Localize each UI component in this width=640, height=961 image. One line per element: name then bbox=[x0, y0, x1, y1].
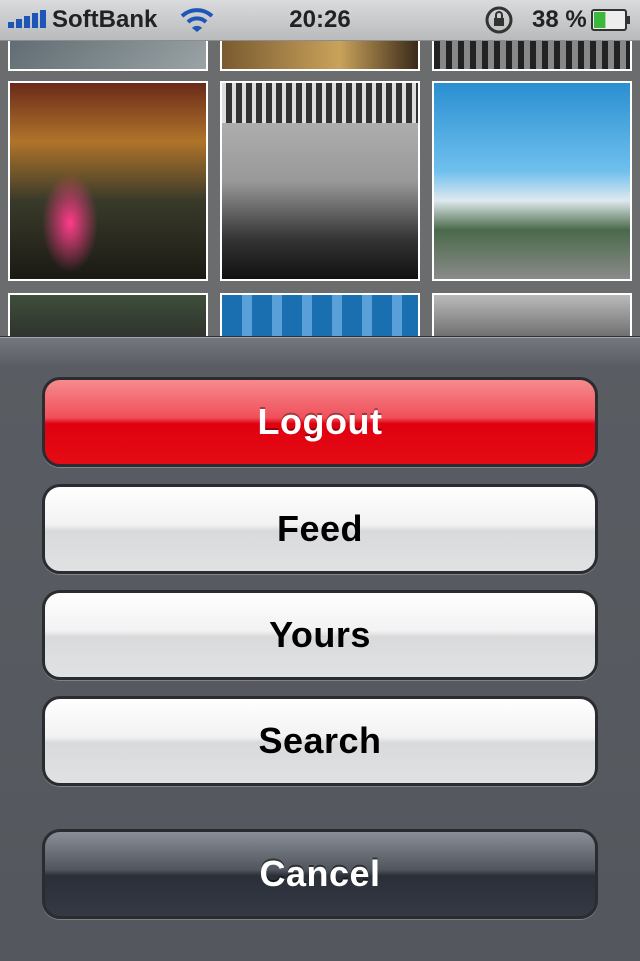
photo-thumbnail[interactable] bbox=[8, 41, 208, 71]
photo-thumbnail[interactable] bbox=[8, 81, 208, 281]
action-sheet: Logout Feed Yours Search Cancel bbox=[0, 336, 640, 961]
status-bar: SoftBank 20:26 38 % bbox=[0, 0, 640, 41]
battery-percent: 38 % bbox=[532, 6, 587, 33]
yours-button[interactable]: Yours bbox=[42, 590, 598, 680]
battery-icon bbox=[591, 9, 630, 31]
photo-thumbnail[interactable] bbox=[220, 81, 420, 281]
feed-button[interactable]: Feed bbox=[42, 484, 598, 574]
photo-thumbnail[interactable] bbox=[8, 293, 208, 336]
search-button[interactable]: Search bbox=[42, 696, 598, 786]
rotation-lock-icon bbox=[485, 6, 513, 34]
photo-thumbnail[interactable] bbox=[432, 293, 632, 336]
photo-grid bbox=[0, 41, 640, 336]
photo-thumbnail[interactable] bbox=[220, 41, 420, 71]
logout-button[interactable]: Logout bbox=[42, 377, 598, 467]
photo-thumbnail[interactable] bbox=[432, 41, 632, 71]
photo-thumbnail[interactable] bbox=[220, 293, 420, 336]
photo-thumbnail[interactable] bbox=[432, 81, 632, 281]
cancel-button[interactable]: Cancel bbox=[42, 829, 598, 919]
